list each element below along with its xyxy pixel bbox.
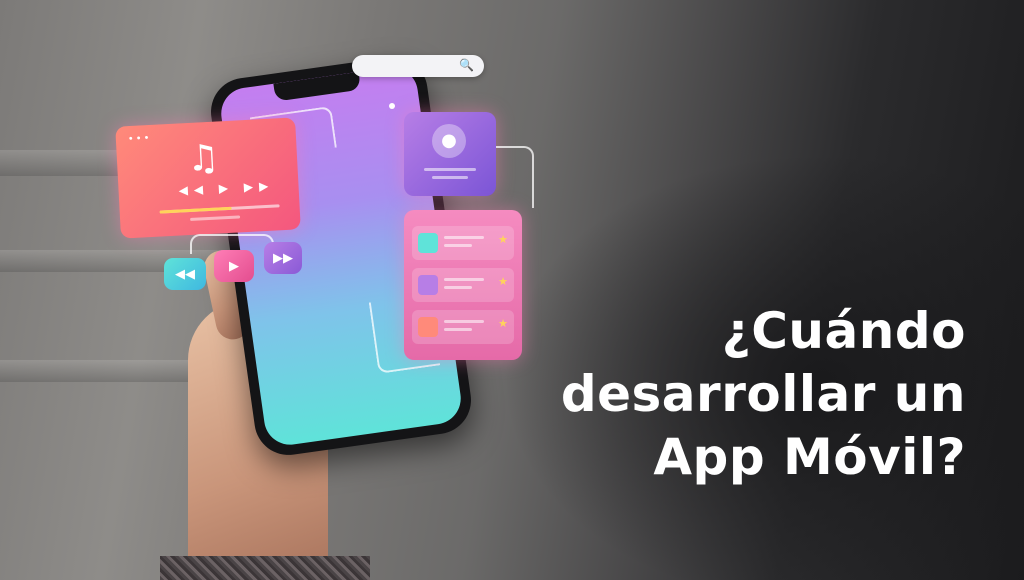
star-icon: ★ [498, 275, 508, 288]
connector-line [496, 146, 534, 208]
search-bar: 🔍 [352, 55, 484, 77]
user-icon [418, 233, 438, 253]
fast-forward-icon: ▶▶ [264, 242, 302, 274]
text-placeholder [444, 244, 472, 247]
star-icon: ★ [498, 233, 508, 246]
user-icon: ● [432, 124, 466, 158]
user-icon [418, 317, 438, 337]
player-controls-icon: ◀◀ ▶ ▶▶ [178, 178, 275, 198]
text-placeholder [444, 286, 472, 289]
list-item: ★ [412, 226, 514, 260]
text-placeholder [424, 168, 476, 171]
sweater-sleeve [160, 556, 370, 580]
text-placeholder [444, 236, 484, 239]
search-icon: 🔍 [459, 58, 474, 72]
profile-card: ● [404, 112, 496, 196]
list-item: ★ [412, 268, 514, 302]
rewind-icon: ◀◀ [164, 258, 206, 290]
hero-banner: 🔍 ••• ♫ ◀◀ ▶ ▶▶ ◀◀ ▶ ▶▶ ● ★ ★ ★ ¿Cuándo … [0, 0, 1024, 580]
text-placeholder [444, 278, 484, 281]
progress-track [159, 204, 280, 214]
headline: ¿Cuándo desarrollar un App Móvil? [446, 300, 966, 489]
phone-notch [273, 71, 362, 102]
progress-fill [159, 206, 232, 214]
music-note-icon: ♫ [185, 137, 221, 181]
window-dots-icon: ••• [127, 132, 152, 146]
headline-line-1: ¿Cuándo [721, 302, 966, 360]
user-icon [418, 275, 438, 295]
play-icon: ▶ [214, 250, 254, 282]
headline-line-2: desarrollar un [560, 365, 966, 423]
connector-dot [389, 103, 395, 109]
music-player-card: ••• ♫ ◀◀ ▶ ▶▶ [115, 117, 301, 239]
text-placeholder [432, 176, 468, 179]
headline-line-3: App Móvil? [653, 428, 966, 486]
progress-track [190, 215, 241, 221]
